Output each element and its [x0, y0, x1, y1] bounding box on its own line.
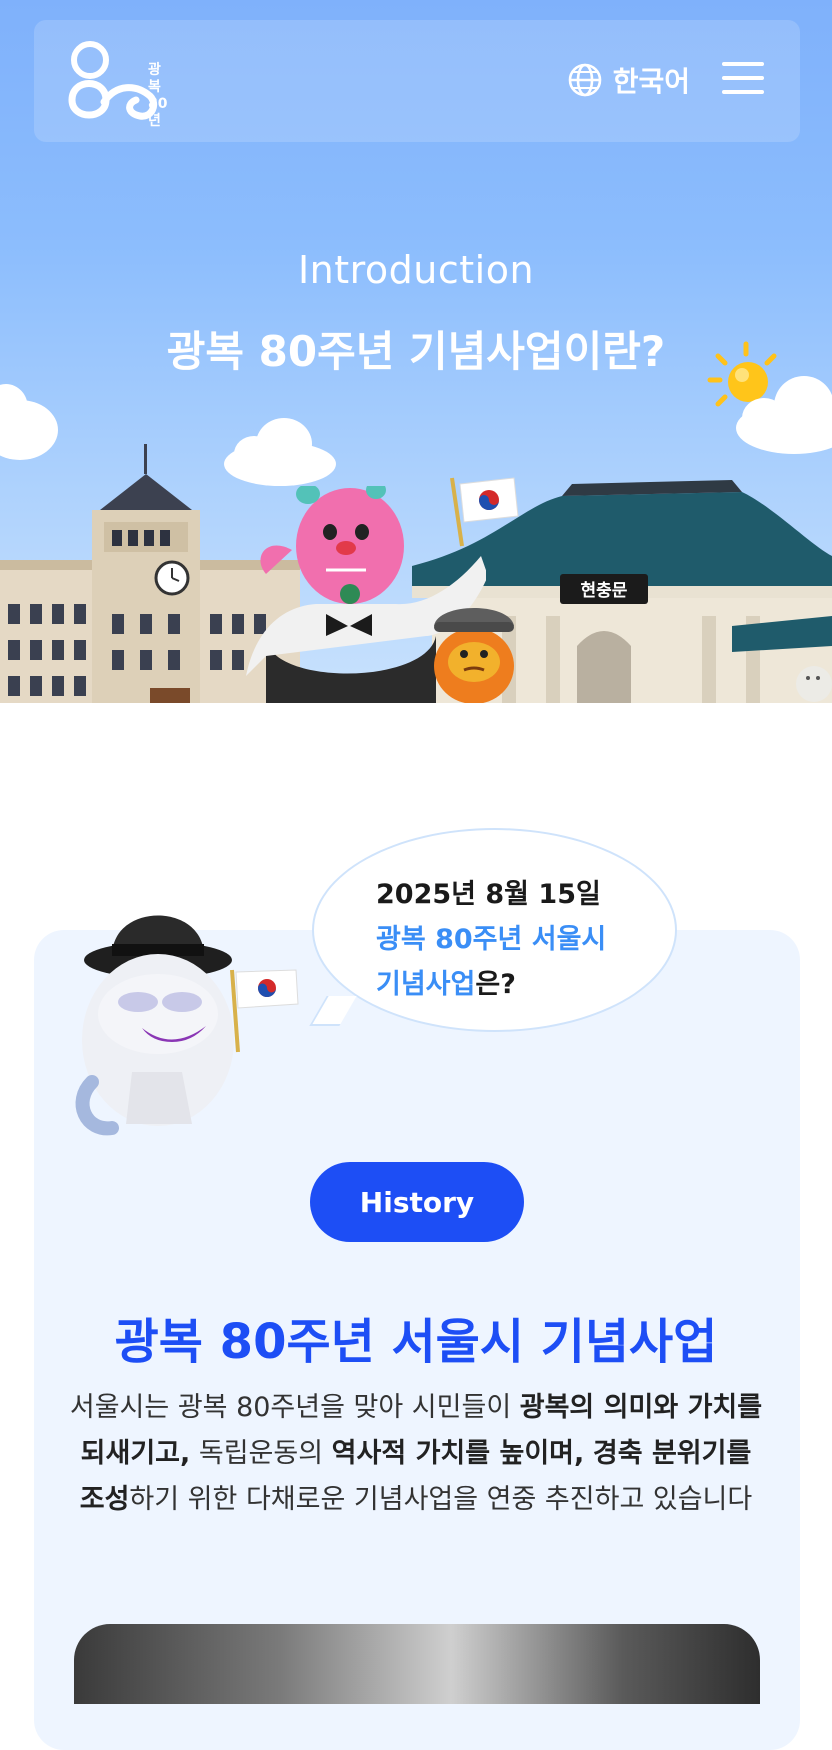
top-navigation-bar: 광복 80년 한국어	[34, 20, 800, 142]
section-body: 서울시는 광복 80주년을 맞아 시민들이 광복의 의미와 가치를 되새기고, …	[64, 1385, 768, 1523]
language-selector[interactable]: 한국어	[567, 60, 690, 100]
site-logo[interactable]: 광복 80년	[66, 38, 167, 129]
hero-kicker: Introduction	[297, 248, 535, 292]
body-part4: 역사적 가치를 높이며,	[331, 1438, 585, 1469]
bubble-line3: 기념사업은?	[376, 962, 606, 1007]
bubble-date: 2025년 8월 15일	[376, 879, 601, 910]
logo-text-line2: 80년	[148, 96, 168, 129]
gate-sign-text: 현충문	[581, 581, 628, 601]
white-haetae-statue	[796, 666, 832, 702]
menu-line	[722, 90, 764, 94]
historical-photo	[74, 1624, 760, 1704]
history-badge: History	[310, 1162, 524, 1242]
menu-line	[722, 76, 764, 80]
body-part5	[584, 1438, 593, 1469]
logo-text: 광복 80년	[148, 62, 167, 130]
language-label: 한국어	[612, 65, 690, 98]
section-title: 광복 80주년 서울시 기념사업	[114, 1314, 718, 1370]
globe-icon	[568, 63, 602, 97]
menu-line	[722, 62, 764, 66]
bubble-line3-suffix: 은?	[475, 969, 516, 1000]
white-mascot-with-hat	[75, 915, 299, 1136]
orange-mascot-character	[434, 608, 514, 703]
body-part1: 서울시는 광복 80주년을 맞아 시민들이	[69, 1392, 520, 1423]
logo-text-line1: 광복	[148, 62, 161, 95]
bubble-line3-highlight: 기념사업	[376, 969, 476, 1000]
hero-banner: 광복 80년 한국어 Introduction 광복 80주년 기념사업이란?	[0, 0, 832, 703]
cloud-right	[736, 376, 832, 454]
body-part3: 독립운동의	[190, 1438, 332, 1469]
bubble-line2: 광복 80주년 서울시	[376, 924, 607, 955]
speech-bubble-text: 2025년 8월 15일 광복 80주년 서울시 기념사업은?	[376, 872, 606, 1007]
body-part7: 하기 위한 다채로운 기념사업을 연중 추진하고 있습니다	[129, 1484, 753, 1515]
hamburger-menu-icon[interactable]	[722, 62, 764, 98]
